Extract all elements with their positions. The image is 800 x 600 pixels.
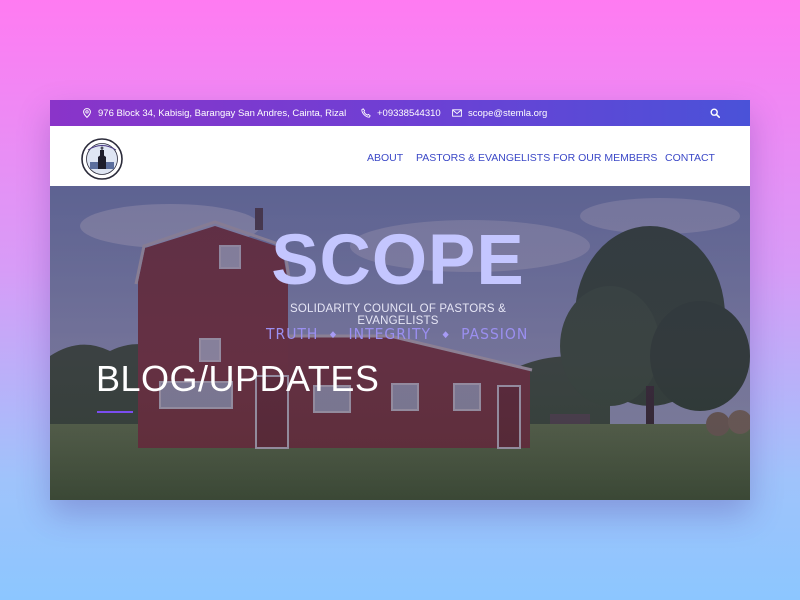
main-navbar: ABOUT PASTORS & EVANGELISTS FOR OUR MEMB… [50,126,750,186]
hero-banner: SCOPE SOLIDARITY COUNCIL OF PASTORS & EV… [50,186,750,500]
church-logo-icon[interactable] [81,138,123,180]
brand-motto: TRUTH ◆ INTEGRITY ◆ PASSION [266,325,529,343]
envelope-icon [452,109,462,117]
nav-contact[interactable]: CONTACT [665,152,715,164]
diamond-separator-icon: ◆ [329,329,338,340]
page-title: BLOG/UPDATES [96,358,380,399]
title-underline [97,411,133,413]
email-info[interactable]: scope@stemla.org [452,100,547,126]
diamond-separator-icon: ◆ [442,329,450,340]
search-icon[interactable] [710,108,720,118]
top-info-bar: 976 Block 34, Kabisig, Barangay San Andr… [50,100,750,126]
address-text: 976 Block 34, Kabisig, Barangay San Andr… [98,107,347,119]
website-frame: 976 Block 34, Kabisig, Barangay San Andr… [50,100,750,500]
motto-integrity: INTEGRITY [348,325,432,343]
nav-for-our-members[interactable]: FOR OUR MEMBERS [553,152,657,164]
motto-truth: TRUTH [266,325,319,343]
map-pin-icon [83,108,91,118]
motto-passion: PASSION [461,325,529,343]
phone-info[interactable]: +09338544310 [361,100,441,126]
brand-title: SCOPE [271,221,525,300]
phone-icon [361,108,371,118]
email-text: scope@stemla.org [468,107,548,119]
nav-pastors-evangelists[interactable]: PASTORS & EVANGELISTS [416,152,550,164]
address-info: 976 Block 34, Kabisig, Barangay San Andr… [82,100,346,126]
nav-about[interactable]: ABOUT [367,152,403,164]
phone-text: +09338544310 [377,107,441,119]
brand-tagline: SOLIDARITY COUNCIL OF PASTORS & EVANGELI… [289,303,506,327]
